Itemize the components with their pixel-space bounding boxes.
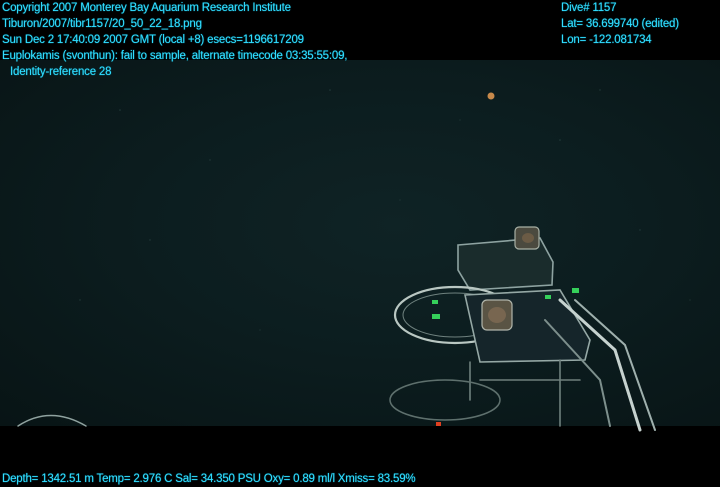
longitude: Lon= -122.081734 [561, 34, 652, 46]
annotation-line: Euplokamis (svonthun): fail to sample, a… [2, 50, 348, 62]
telemetry-footer: Depth= 1342.51 m Temp= 2.976 C Sal= 34.3… [2, 473, 416, 485]
timestamp-line: Sun Dec 2 17:40:09 2007 GMT (local +8) e… [2, 34, 304, 46]
copyright-line: Copyright 2007 Monterey Bay Aquarium Res… [2, 2, 291, 14]
organism-specimen [487, 92, 495, 100]
identity-reference-line: Identity-reference 28 [10, 66, 112, 78]
marine-snow-particles [79, 89, 691, 331]
latitude: Lat= 36.699740 (edited) [561, 18, 679, 30]
header-left-overlay: Copyright 2007 Monterey Bay Aquarium Res… [2, 0, 347, 80]
sampler-apparatus [17, 226, 656, 432]
file-path-line: Tiburon/2007/tibr1157/20_50_22_18.png [2, 18, 202, 30]
header-right-overlay: Dive# 1157 Lat= 36.699740 (edited) Lon= … [561, 0, 679, 48]
dive-number: Dive# 1157 [561, 2, 617, 14]
